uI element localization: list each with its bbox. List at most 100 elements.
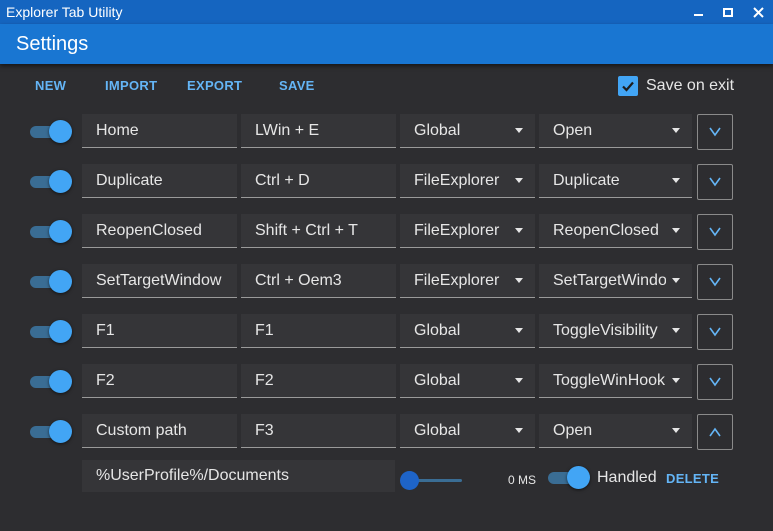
page-title: Settings [16,32,89,55]
hotkey-action-select[interactable]: Duplicate [539,164,692,198]
hotkey-scope-select[interactable]: FileExplorer [400,164,535,198]
minimize-icon [693,14,703,16]
hotkey-action-value: Open [553,121,593,139]
minimize-button[interactable] [683,0,713,24]
chevron-up-icon [709,427,721,437]
hotkey-scope-select[interactable]: FileExplorer [400,264,535,298]
hotkey-name-input[interactable]: F1 [82,314,237,348]
save-on-exit-checkbox[interactable] [618,76,638,96]
hotkey-enabled-toggle[interactable] [30,370,72,393]
hotkey-row: F1 F1 Global ToggleVisibility [0,314,773,350]
expand-button[interactable] [697,364,733,400]
hotkey-enabled-toggle[interactable] [30,270,72,293]
maximize-icon [723,7,733,17]
hotkey-name-input[interactable]: Home [82,114,237,148]
hotkey-keys-input[interactable]: LWin + E [241,114,396,148]
hotkey-action-value: Duplicate [553,171,620,189]
dropdown-arrow-icon [672,178,680,183]
hotkey-action-value: SetTargetWindow [553,271,666,289]
export-button[interactable]: EXPORT [187,78,242,93]
hotkey-enabled-toggle[interactable] [30,320,72,343]
delay-value: 0 MS [508,473,537,487]
hotkey-scope-select[interactable]: Global [400,364,535,398]
hotkey-scope-value: Global [414,371,461,389]
hotkey-action-select[interactable]: ToggleWinHook [539,364,692,398]
hotkey-scope-value: FileExplorer [414,271,500,289]
dropdown-arrow-icon [672,228,680,233]
path-input[interactable]: %UserProfile%/Documents [82,460,395,492]
expand-button[interactable] [697,214,733,250]
hotkey-name-input[interactable]: Custom path [82,414,237,448]
delete-button[interactable]: DELETE [666,471,719,486]
toolbar: NEW IMPORT EXPORT SAVE Save on exit [0,70,773,102]
chevron-down-icon [709,377,721,387]
hotkey-enabled-toggle[interactable] [30,170,72,193]
dropdown-arrow-icon [672,378,680,383]
close-button[interactable] [743,0,773,24]
hotkey-action-value: Open [553,421,593,439]
hotkey-enabled-toggle[interactable] [30,420,72,443]
hotkey-action-select[interactable]: SetTargetWindow [539,264,692,298]
expand-button[interactable] [697,414,733,450]
dropdown-arrow-icon [672,128,680,133]
hotkey-name-input[interactable]: SetTargetWindow [82,264,237,298]
hotkey-action-select[interactable]: ReopenClosed [539,214,692,248]
hotkey-scope-select[interactable]: Global [400,414,535,448]
app-header: Settings [0,24,773,64]
hotkey-name-input[interactable]: F2 [82,364,237,398]
chevron-down-icon [709,327,721,337]
expand-button[interactable] [697,314,733,350]
handled-toggle[interactable] [548,466,590,489]
hotkey-scope-select[interactable]: Global [400,114,535,148]
hotkey-action-value: ToggleVisibility [553,321,658,339]
toggle-knob [49,370,72,393]
hotkey-row: Home LWin + E Global Open [0,114,773,150]
hotkey-enabled-toggle[interactable] [30,220,72,243]
hotkey-keys-input[interactable]: Ctrl + Oem3 [241,264,396,298]
hotkey-keys-input[interactable]: F1 [241,314,396,348]
dropdown-arrow-icon [515,228,523,233]
hotkey-name-input[interactable]: Duplicate [82,164,237,198]
hotkey-row: SetTargetWindow Ctrl + Oem3 FileExplorer Se… [0,264,773,300]
hotkey-row: Custom path F3 Global Open [0,414,773,450]
new-button[interactable]: NEW [35,78,66,93]
close-icon [752,6,764,18]
save-on-exit-option[interactable]: Save on exit [618,76,734,96]
hotkey-keys-input[interactable]: F2 [241,364,396,398]
dropdown-arrow-icon [672,328,680,333]
expand-button[interactable] [697,164,733,200]
title-bar: Explorer Tab Utility [0,0,773,24]
chevron-down-icon [709,127,721,137]
toggle-knob [49,120,72,143]
hotkey-keys-input[interactable]: Shift + Ctrl + T [241,214,396,248]
dropdown-arrow-icon [515,428,523,433]
hotkey-action-select[interactable]: ToggleVisibility [539,314,692,348]
dropdown-arrow-icon [515,378,523,383]
hotkey-action-select[interactable]: Open [539,114,692,148]
save-button[interactable]: SAVE [279,78,315,93]
hotkey-row: F2 F2 Global ToggleWinHook [0,364,773,400]
hotkey-keys-input[interactable]: F3 [241,414,396,448]
handled-label: Handled [597,469,657,486]
chevron-down-icon [709,277,721,287]
hotkey-name-input[interactable]: ReopenClosed [82,214,237,248]
chevron-down-icon [709,177,721,187]
toggle-knob [49,170,72,193]
maximize-button[interactable] [713,0,743,24]
hotkey-action-select[interactable]: Open [539,414,692,448]
hotkey-scope-value: FileExplorer [414,221,500,239]
slider-thumb[interactable] [400,471,419,490]
hotkey-keys-input[interactable]: Ctrl + D [241,164,396,198]
hotkey-scope-select[interactable]: FileExplorer [400,214,535,248]
import-button[interactable]: IMPORT [105,78,157,93]
hotkey-action-value: ToggleWinHook [553,371,666,389]
toggle-knob [49,320,72,343]
toggle-knob [49,420,72,443]
expand-button[interactable] [697,114,733,150]
dropdown-arrow-icon [515,278,523,283]
hotkey-enabled-toggle[interactable] [30,120,72,143]
expand-button[interactable] [697,264,733,300]
hotkey-scope-value: Global [414,421,461,439]
delay-slider[interactable] [400,470,464,490]
hotkey-scope-select[interactable]: Global [400,314,535,348]
